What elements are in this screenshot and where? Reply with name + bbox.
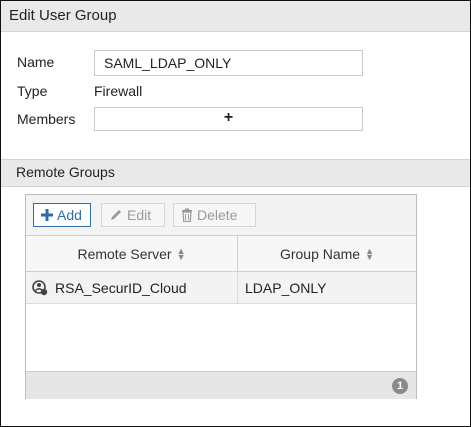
table-footer: 1 xyxy=(26,371,416,399)
add-button-label: Add xyxy=(57,207,82,223)
type-value: Firewall xyxy=(94,83,143,99)
remote-groups-section-header: Remote Groups xyxy=(1,159,470,187)
edit-button[interactable]: Edit xyxy=(101,203,165,227)
table-row[interactable]: RSA_SecurID_Cloud LDAP_ONLY xyxy=(26,272,416,304)
pencil-icon xyxy=(111,210,121,220)
name-label: Name xyxy=(17,54,55,70)
trash-icon xyxy=(182,208,192,222)
add-button[interactable]: Add xyxy=(33,203,91,227)
delete-button[interactable]: Delete xyxy=(173,203,256,227)
remote-server-cell: RSA_SecurID_Cloud xyxy=(32,272,238,303)
edit-button-label: Edit xyxy=(127,207,152,223)
members-label: Members xyxy=(17,111,76,127)
column-header-remote-server[interactable]: Remote Server ▲ ▼ xyxy=(26,236,238,271)
column-header-group-name-label: Group Name xyxy=(279,245,361,262)
members-field[interactable]: + xyxy=(94,107,363,131)
type-label: Type xyxy=(17,83,48,99)
remote-groups-title: Remote Groups xyxy=(16,164,115,180)
edit-user-group-dialog: Edit User Group Name SAML_LDAP_ONLY Type… xyxy=(0,0,471,427)
row-count-badge: 1 xyxy=(392,378,408,394)
remote-server-icon xyxy=(32,279,48,295)
remote-groups-table-panel: Add Edit Delete Remote Server ▲ ▼ Group … xyxy=(25,194,417,399)
table-header: Remote Server ▲ ▼ Group Name ▲ ▼ xyxy=(26,236,416,272)
dialog-title: Edit User Group xyxy=(9,7,117,24)
dialog-header: Edit User Group xyxy=(1,1,470,32)
sort-icon[interactable]: ▲ ▼ xyxy=(177,246,186,261)
members-add-plus-icon[interactable]: + xyxy=(95,109,362,127)
column-header-group-name[interactable]: Group Name ▲ ▼ xyxy=(238,236,416,271)
remote-groups-toolbar: Add Edit Delete xyxy=(26,195,416,236)
sort-icon[interactable]: ▲ ▼ xyxy=(365,246,374,261)
group-name-value: LDAP_ONLY xyxy=(245,279,327,296)
group-name-cell: LDAP_ONLY xyxy=(245,272,415,303)
name-input[interactable]: SAML_LDAP_ONLY xyxy=(94,50,363,76)
name-input-value: SAML_LDAP_ONLY xyxy=(104,55,232,71)
remote-server-name: RSA_SecurID_Cloud xyxy=(55,279,187,296)
plus-icon xyxy=(41,209,53,221)
delete-button-label: Delete xyxy=(197,207,238,223)
column-header-remote-server-label: Remote Server xyxy=(77,245,172,262)
